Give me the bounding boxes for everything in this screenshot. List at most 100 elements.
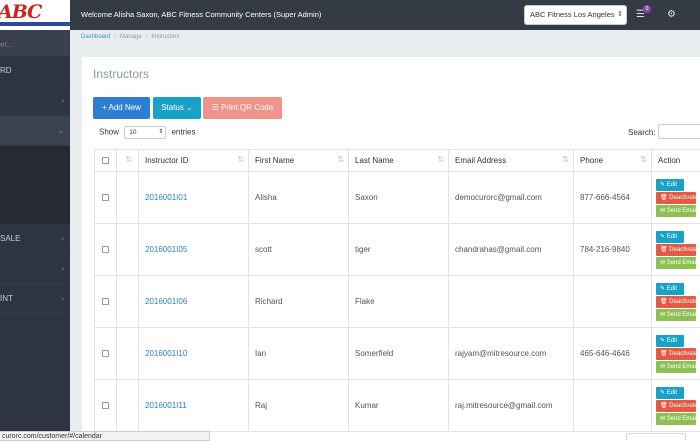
sidebar-item-4[interactable]: › — [0, 254, 70, 284]
action-cell: ✎ Edit 🗑 Deactivate ✉ Send Email — [651, 171, 700, 224]
instructors-table: ⇅ Instructor ID ⇅ First Name ⇅ Last Name ⇅ … — [94, 149, 700, 432]
instructor-id-link[interactable]: 2016001I10 — [145, 349, 187, 358]
logo-banner — [0, 22, 70, 26]
column-header-instructor-id[interactable]: Instructor ID ⇅ — [138, 149, 249, 172]
edit-button[interactable]: ✎ Edit — [656, 230, 684, 243]
column-header-last-name[interactable]: Last Name ⇅ — [348, 149, 449, 172]
edit-button[interactable]: ✎ Edit — [656, 178, 684, 191]
last-name-cell: tiger — [348, 223, 449, 276]
instructor-id-link[interactable]: 2016001I05 — [145, 245, 187, 254]
last-name-cell: Saxon — [348, 171, 449, 224]
sort-icon: ⇅ — [237, 155, 244, 164]
add-new-button[interactable]: + Add New — [93, 97, 150, 119]
phone-cell: 465-646-4646 — [573, 327, 652, 380]
deactivate-button[interactable]: 🗑 Deactivate — [656, 295, 698, 308]
select-arrows-icon: ⇕ — [158, 129, 164, 135]
sort-icon: ⇅ — [437, 155, 444, 164]
pagination[interactable] — [626, 433, 686, 441]
notification-badge: 0 — [643, 5, 651, 13]
status-dropdown-button[interactable]: Status ⌄ — [153, 97, 201, 119]
chevron-right-icon: › — [61, 264, 64, 273]
sidebar-item-account[interactable]: INT › — [0, 284, 70, 314]
breadcrumb-manage[interactable]: Manage — [120, 34, 142, 40]
row-checkbox[interactable] — [102, 298, 109, 306]
phone-cell — [573, 379, 652, 432]
user-name: Alisha Saxon, ABC Fitness Community Cent… — [113, 10, 272, 19]
breadcrumb: Dashboard / Manage / Instructors — [81, 34, 180, 40]
select-all-checkbox[interactable] — [102, 157, 109, 165]
table-row: 2016001I06 Richard Flake ✎ Edit 🗑 Deacti… — [94, 275, 700, 328]
chevron-right-icon: › — [61, 294, 64, 303]
select-arrows-icon: ⇕ — [617, 11, 623, 18]
send-email-button[interactable]: ✉ Send Email — [656, 360, 697, 373]
sort-icon: ⇅ — [562, 155, 569, 164]
sort-column-header[interactable]: ⇅ — [116, 149, 139, 172]
welcome-text: Welcome Alisha Saxon, ABC Fitness Commun… — [81, 10, 322, 19]
table-header-row: ⇅ Instructor ID ⇅ First Name ⇅ Last Name ⇅ … — [94, 149, 700, 172]
instructor-id-link[interactable]: 2016001I01 — [145, 193, 187, 202]
sidebar-item-manage[interactable]: ⌄ — [0, 116, 70, 146]
sidebar-search-input[interactable]: er... — [0, 30, 70, 56]
email-cell: democurorc@gmail.com — [448, 171, 574, 224]
gear-icon[interactable]: ⚙ — [667, 9, 676, 20]
send-email-button[interactable]: ✉ Send Email — [656, 412, 697, 425]
app-logo[interactable]: ABC — [0, 0, 70, 30]
chevron-right-icon: › — [61, 234, 64, 243]
deactivate-button[interactable]: 🗑 Deactivate — [656, 243, 698, 256]
table-row: 2016001I01 Alisha Saxon democurorc@gmail… — [94, 171, 700, 224]
sidebar-item-sale[interactable]: SALE › — [0, 224, 70, 254]
send-email-button[interactable]: ✉ Send Email — [656, 308, 697, 321]
phone-cell: 784-216-9840 — [573, 223, 652, 276]
search-input[interactable] — [658, 124, 700, 139]
browser-status-url: curorc.com/customer/#/calendar — [0, 431, 210, 441]
sidebar-submenu — [0, 146, 70, 224]
first-name-cell: Richard — [248, 275, 349, 328]
send-email-button[interactable]: ✉ Send Email — [656, 256, 697, 269]
email-cell — [448, 275, 574, 328]
instructor-id-link[interactable]: 2016001I11 — [145, 401, 187, 410]
sidebar-item-dashboard[interactable]: RD — [0, 56, 70, 86]
breadcrumb-instructors: Instructors — [151, 34, 180, 40]
sidebar: ABC er... RD › ⌄ SALE › › INT › — [0, 0, 70, 441]
action-cell: ✎ Edit 🗑 Deactivate ✉ Send Email — [651, 379, 700, 432]
print-qr-button[interactable]: ☰ Print QR Code — [203, 97, 282, 119]
row-checkbox[interactable] — [102, 350, 109, 358]
row-checkbox[interactable] — [102, 194, 109, 202]
action-cell: ✎ Edit 🗑 Deactivate ✉ Send Email — [651, 327, 700, 380]
first-name-cell: scott — [248, 223, 349, 276]
deactivate-button[interactable]: 🗑 Deactivate — [656, 191, 698, 204]
sort-icon: ⇅ — [640, 155, 647, 164]
location-select[interactable]: ABC Fitness Los Angeles ⇕ — [524, 5, 627, 25]
column-header-first-name[interactable]: First Name ⇅ — [248, 149, 349, 172]
action-cell: ✎ Edit 🗑 Deactivate ✉ Send Email — [651, 275, 700, 328]
sort-icon: ⇅ — [337, 155, 344, 164]
deactivate-button[interactable]: 🗑 Deactivate — [656, 347, 698, 360]
row-checkbox[interactable] — [102, 246, 109, 254]
page-title: Instructors — [93, 67, 150, 81]
last-name-cell: Kumar — [348, 379, 449, 432]
last-name-cell: Somerfield — [348, 327, 449, 380]
edit-button[interactable]: ✎ Edit — [656, 386, 684, 399]
edit-button[interactable]: ✎ Edit — [656, 282, 684, 295]
edit-button[interactable]: ✎ Edit — [656, 334, 684, 347]
breadcrumb-dashboard[interactable]: Dashboard — [81, 34, 110, 40]
search-label: Search: — [628, 128, 656, 137]
user-role: (Super Admin) — [271, 10, 322, 19]
row-checkbox[interactable] — [102, 402, 109, 410]
email-cell: chandrahas@gmail.com — [448, 223, 574, 276]
content-panel: Instructors + Add New Status ⌄ ☰ Print Q… — [82, 57, 700, 441]
sidebar-item-label: SALE — [0, 234, 21, 243]
deactivate-button[interactable]: 🗑 Deactivate — [656, 399, 698, 412]
instructor-id-link[interactable]: 2016001I06 — [145, 297, 187, 306]
chevron-right-icon: › — [61, 96, 64, 105]
send-email-button[interactable]: ✉ Send Email — [656, 204, 697, 217]
entries-select[interactable]: 10 ⇕ — [124, 126, 167, 139]
table-row: 2016001I10 Ian Somerfield rajyam@mitreso… — [94, 327, 700, 380]
action-cell: ✎ Edit 🗑 Deactivate ✉ Send Email — [651, 223, 700, 276]
first-name-cell: Alisha — [248, 171, 349, 224]
sidebar-item-1[interactable]: › — [0, 86, 70, 116]
sidebar-item-label: INT — [0, 294, 13, 303]
column-header-phone[interactable]: Phone ⇅ — [573, 149, 652, 172]
last-name-cell: Flake — [348, 275, 449, 328]
column-header-email[interactable]: Email Address ⇅ — [448, 149, 574, 172]
